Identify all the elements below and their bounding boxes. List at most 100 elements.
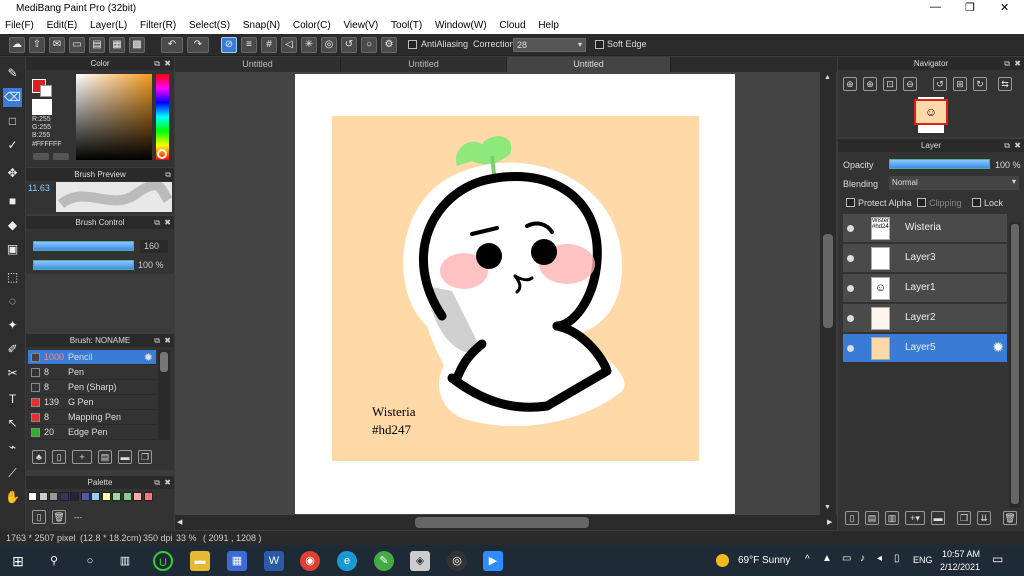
edge-icon[interactable]: e — [337, 551, 357, 571]
navigator-thumbnail[interactable]: ☺ — [914, 97, 948, 133]
antialiasing-checkbox[interactable] — [408, 40, 417, 49]
select-eraser-icon[interactable]: ✂ — [3, 364, 22, 383]
cloud-icon[interactable]: ☁ — [9, 37, 25, 53]
chevron-up-icon[interactable]: ^ — [805, 554, 810, 565]
brush-item-pen[interactable]: 8 Pen — [28, 365, 156, 380]
brush-doc-icon[interactable]: ▤ — [98, 450, 112, 464]
popout-icon[interactable]: ⧉ — [154, 216, 160, 229]
popout-icon[interactable]: ⧉ — [1004, 139, 1010, 152]
word-icon[interactable]: W — [264, 551, 284, 571]
snap-perspective-icon[interactable]: ◁ — [281, 37, 297, 53]
canvas-horizontal-scrollbar[interactable]: ◀ ▶ — [175, 515, 837, 530]
magic-wand-icon[interactable]: ✦ — [3, 316, 22, 335]
select-pen-icon[interactable]: ✐ — [3, 340, 22, 359]
soft-edge-checkbox[interactable] — [595, 40, 604, 49]
palette-swatch[interactable] — [49, 492, 58, 501]
menu-window[interactable]: Window(W) — [430, 17, 492, 31]
obs-icon[interactable]: ◎ — [447, 551, 467, 571]
menu-file[interactable]: File(F) — [0, 17, 39, 31]
gradient-tool-icon[interactable]: ▣ — [3, 240, 22, 259]
layer-opacity-slider[interactable] — [889, 159, 990, 169]
popout-icon[interactable]: ⧉ — [165, 168, 171, 181]
menu-select[interactable]: Select(S) — [184, 17, 235, 31]
clock-time[interactable]: 10:57 AM — [942, 549, 980, 559]
close-icon[interactable]: ✖ — [164, 216, 171, 229]
palette-new-icon[interactable]: ▯ — [32, 510, 46, 524]
brush-item-mapping-pen[interactable]: 8 Mapping Pen — [28, 410, 156, 425]
zoom-out-icon[interactable]: ⊖ — [903, 77, 917, 91]
select-rect-icon[interactable]: ⬚ — [3, 268, 22, 287]
new-8bit-layer-icon[interactable]: ▥ — [885, 511, 899, 525]
scroll-up-icon[interactable]: ▲ — [824, 74, 831, 81]
transparent-swatch[interactable] — [32, 99, 52, 115]
bucket-tool-icon[interactable]: ◆ — [3, 216, 22, 235]
file-explorer-icon[interactable]: ▬ — [190, 551, 210, 571]
brush-item-g-pen[interactable]: 139 G Pen — [28, 395, 156, 410]
zoom-in-2-icon[interactable]: ⊕ — [863, 77, 877, 91]
brush-size-slider[interactable] — [33, 241, 134, 251]
brush-item-pen-sharp[interactable]: 8 Pen (Sharp) — [28, 380, 156, 395]
palette-swatch[interactable] — [91, 492, 100, 501]
visibility-icon[interactable] — [847, 315, 854, 322]
snap-radial-icon[interactable]: ✳ — [301, 37, 317, 53]
tab-untitled-3[interactable]: Untitled — [507, 57, 671, 72]
brush-tool-icon[interactable]: ✎ — [3, 64, 22, 83]
add-layer-dropdown-icon[interactable]: +▾ — [905, 511, 925, 525]
comment-icon[interactable]: ▭ — [69, 37, 85, 53]
close-icon[interactable]: ✖ — [164, 476, 171, 489]
microphone-icon[interactable]: ♪ — [860, 553, 865, 564]
layer-row-wisteria[interactable]: Wisteria #hd247 Wisteria — [843, 214, 1007, 243]
scroll-down-icon[interactable]: ▼ — [824, 504, 831, 511]
flip-icon[interactable]: ⇆ — [998, 77, 1012, 91]
brush-opacity-value[interactable]: 100 % — [134, 259, 172, 272]
palette-swatch[interactable] — [38, 492, 48, 501]
menu-edit[interactable]: Edit(E) — [42, 17, 83, 31]
snap-settings-icon[interactable]: ⚙ — [381, 37, 397, 53]
rotate-right-icon[interactable]: ↻ — [973, 77, 987, 91]
reset-icon[interactable]: ⊞ — [953, 77, 967, 91]
palette-swatch[interactable] — [143, 492, 153, 501]
menu-view[interactable]: View(V) — [338, 17, 383, 31]
medibang-icon[interactable]: ◈ — [410, 551, 430, 571]
search-icon[interactable]: ⚲ — [44, 551, 64, 571]
brush-item-pencil[interactable]: 1000 Pencil ✹ — [28, 350, 156, 365]
new-brush-icon[interactable]: ▯ — [52, 450, 66, 464]
windows-start-icon[interactable]: ⊞ — [8, 551, 28, 571]
dot-tool-icon[interactable]: □ — [3, 112, 22, 131]
horizontal-scroll-thumb[interactable] — [415, 517, 589, 528]
lock-checkbox[interactable] — [972, 198, 981, 207]
palette-swatch[interactable] — [112, 492, 121, 501]
store-icon[interactable]: ▦ — [227, 551, 247, 571]
layer-row-layer3[interactable]: Layer3 — [843, 244, 1007, 273]
eraser-tool-icon[interactable]: ⌫ — [3, 88, 22, 107]
gear-icon[interactable]: ✹ — [992, 339, 1004, 356]
zoom-app-icon[interactable]: ▶ — [483, 551, 503, 571]
redo-icon[interactable]: ↷ — [187, 37, 209, 53]
chat-icon[interactable]: ✉ — [49, 37, 65, 53]
lasso-tool-icon[interactable]: ◌ — [3, 292, 22, 311]
maximize-button[interactable]: ❐ — [965, 1, 975, 14]
visibility-icon[interactable] — [847, 225, 854, 232]
visibility-icon[interactable] — [847, 255, 854, 262]
brush-list-scrollbar[interactable] — [158, 350, 170, 440]
canvas-vertical-scrollbar[interactable]: ▲ ▼ — [820, 72, 836, 515]
close-icon[interactable]: ✖ — [1014, 57, 1021, 70]
menu-color[interactable]: Color(C) — [288, 17, 336, 31]
wifi-icon[interactable]: ▲ — [822, 553, 832, 564]
palette-swatch[interactable] — [28, 492, 37, 501]
snap-parallel-icon[interactable]: ≡ — [241, 37, 257, 53]
brush-opacity-slider[interactable] — [33, 260, 134, 270]
paint-app-icon[interactable]: ✎ — [374, 551, 394, 571]
add-color-button[interactable] — [33, 153, 49, 160]
clock-date[interactable]: 2/12/2021 — [940, 562, 980, 572]
popout-icon[interactable]: ⧉ — [154, 57, 160, 70]
close-icon[interactable]: ✖ — [164, 334, 171, 347]
menu-snap[interactable]: Snap(N) — [238, 17, 285, 31]
vertical-scroll-thumb[interactable] — [823, 234, 833, 328]
gear-icon[interactable]: ✹ — [144, 351, 153, 364]
new-layer-icon[interactable]: ▯ — [845, 511, 859, 525]
app-u-icon[interactable]: U — [153, 551, 173, 571]
network-icon[interactable]: ▭ — [842, 553, 851, 564]
close-icon[interactable]: ✖ — [164, 57, 171, 70]
menu-cloud[interactable]: Cloud — [494, 17, 530, 31]
